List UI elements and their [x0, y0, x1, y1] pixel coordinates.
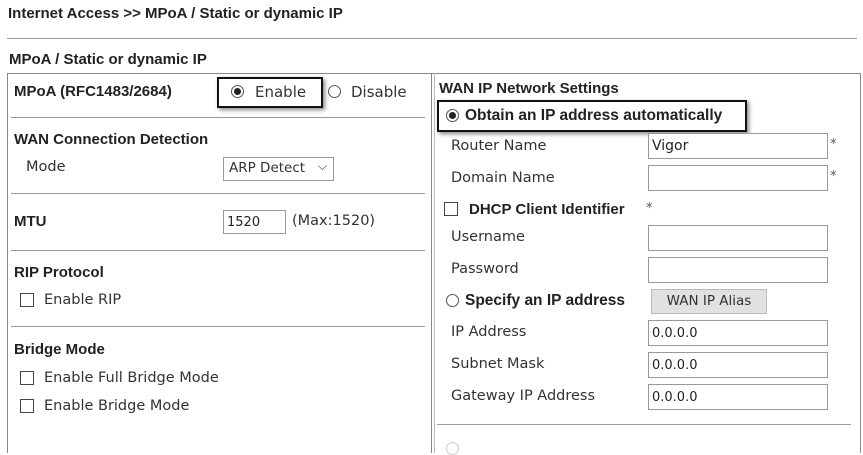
- gateway-input[interactable]: [648, 384, 828, 410]
- rip-title: RIP Protocol: [14, 264, 104, 281]
- mpoa-enable-radio[interactable]: [231, 85, 244, 98]
- domain-name-label: Domain Name: [451, 170, 555, 186]
- wan-ip-alias-button[interactable]: WAN IP Alias: [651, 289, 767, 314]
- subnet-mask-input[interactable]: [648, 352, 828, 378]
- router-name-label: Router Name: [451, 138, 547, 154]
- full-bridge-label: Enable Full Bridge Mode: [44, 370, 219, 386]
- subnet-mask-label: Subnet Mask: [451, 356, 545, 372]
- required-asterisk: *: [646, 201, 653, 216]
- next-option-radio[interactable]: [446, 442, 459, 455]
- wan-ip-title: WAN IP Network Settings: [439, 80, 619, 97]
- required-asterisk: *: [830, 169, 837, 184]
- mpoa-label: MPoA (RFC1483/2684): [14, 83, 172, 100]
- divider: [7, 38, 857, 39]
- dhcp-client-id-checkbox[interactable]: [444, 202, 458, 216]
- bridge-checkbox[interactable]: [20, 399, 34, 413]
- enable-rip-checkbox[interactable]: [20, 293, 34, 307]
- mtu-input[interactable]: [223, 210, 286, 234]
- ip-address-label: IP Address: [451, 324, 527, 340]
- username-label: Username: [451, 229, 525, 245]
- bridge-title: Bridge Mode: [14, 341, 105, 358]
- section-title: MPoA / Static or dynamic IP: [9, 51, 207, 68]
- dhcp-client-id-label: DHCP Client Identifier: [469, 201, 625, 218]
- mode-select[interactable]: ARP Detect ⌵: [223, 157, 334, 181]
- required-asterisk: *: [830, 137, 837, 152]
- router-name-input[interactable]: [648, 133, 828, 159]
- enable-rip-label: Enable RIP: [44, 292, 122, 308]
- mtu-label: MTU: [14, 213, 47, 230]
- breadcrumb: Internet Access >> MPoA / Static or dyna…: [8, 5, 343, 22]
- specify-ip-label: Specify an IP address: [465, 292, 625, 309]
- mpoa-disable-radio[interactable]: [328, 85, 341, 98]
- specify-ip-radio[interactable]: [446, 294, 459, 307]
- mtu-max: (Max:1520): [292, 213, 376, 229]
- enable-label: Enable: [255, 83, 307, 101]
- obtain-ip-radio[interactable]: [446, 109, 459, 122]
- ip-address-input[interactable]: [648, 320, 828, 346]
- obtain-ip-label: Obtain an IP address automatically: [465, 107, 723, 124]
- wan-detection-title: WAN Connection Detection: [14, 131, 209, 148]
- mode-value: ARP Detect: [229, 160, 306, 176]
- bridge-label: Enable Bridge Mode: [44, 398, 190, 414]
- username-input[interactable]: [648, 225, 828, 251]
- password-label: Password: [451, 261, 519, 277]
- disable-label: Disable: [351, 83, 407, 101]
- domain-name-input[interactable]: [648, 165, 828, 191]
- mode-label: Mode: [26, 159, 66, 175]
- gateway-label: Gateway IP Address: [451, 388, 596, 404]
- full-bridge-checkbox[interactable]: [20, 371, 34, 385]
- password-input[interactable]: [648, 257, 828, 283]
- chevron-down-icon: ⌵: [317, 159, 327, 173]
